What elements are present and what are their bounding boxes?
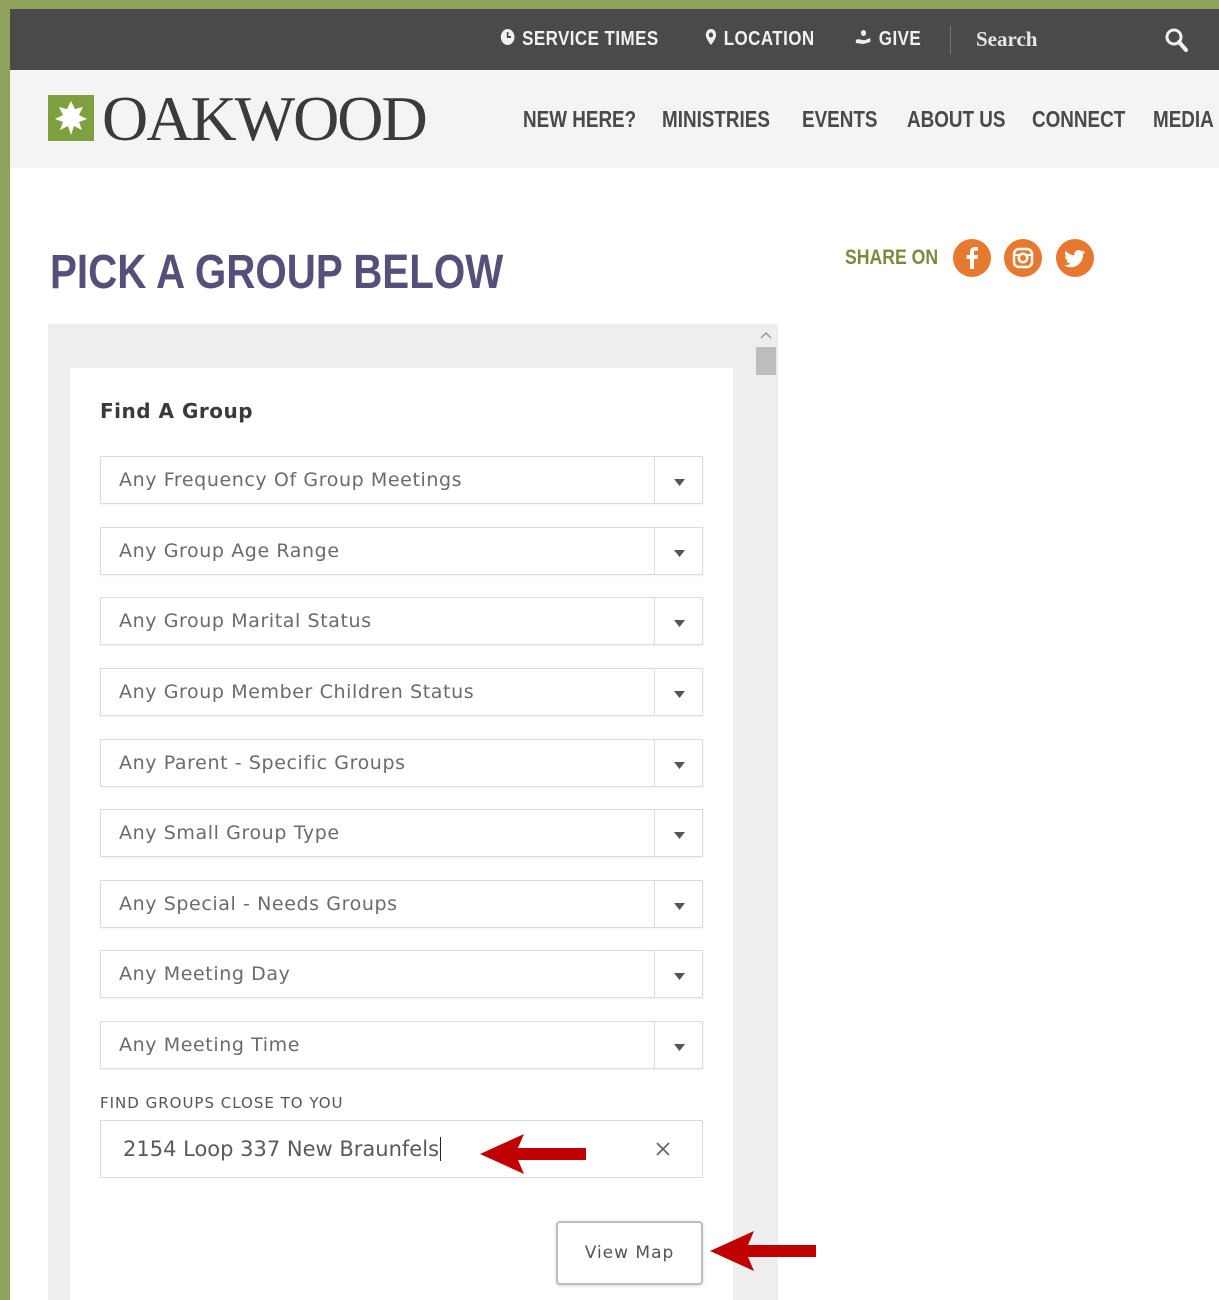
chevron-down-icon <box>673 1039 686 1051</box>
select-value: Any Group Age Range <box>119 540 340 562</box>
select-value: Any Frequency Of Group Meetings <box>119 469 463 491</box>
select-value: Any Small Group Type <box>119 822 340 844</box>
give-link[interactable]: GIVE <box>855 9 921 70</box>
chevron-down-icon <box>673 827 686 839</box>
select-value: Any Parent - Specific Groups <box>119 752 406 774</box>
select-divider <box>654 810 655 856</box>
near-you-label: FIND GROUPS CLOSE TO YOU <box>100 1094 344 1112</box>
meeting-day-select[interactable]: Any Meeting Day <box>100 950 703 998</box>
facebook-icon[interactable] <box>953 239 991 277</box>
age-range-select[interactable]: Any Group Age Range <box>100 527 703 575</box>
nav-media[interactable]: MEDIA <box>1153 70 1214 168</box>
small-group-type-select[interactable]: Any Small Group Type <box>100 809 703 857</box>
instagram-icon[interactable] <box>1004 239 1042 277</box>
select-value: Any Group Marital Status <box>119 610 372 632</box>
select-divider <box>654 598 655 644</box>
scroll-up-arrow-icon[interactable] <box>759 328 773 340</box>
special-needs-select[interactable]: Any Special - Needs Groups <box>100 880 703 928</box>
select-value: Any Group Member Children Status <box>119 681 475 703</box>
logo-wordmark[interactable]: OAKWOOD <box>102 83 428 154</box>
text-caret <box>440 1137 442 1161</box>
address-value: 2154 Loop 337 New Braunfels <box>123 1137 440 1161</box>
twitter-icon[interactable] <box>1056 239 1094 277</box>
select-divider <box>654 1022 655 1068</box>
chevron-down-icon <box>673 757 686 769</box>
view-map-button[interactable]: View Map <box>556 1221 703 1285</box>
topbar-divider <box>950 26 951 54</box>
select-divider <box>654 528 655 574</box>
location-label: LOCATION <box>723 28 815 50</box>
scrollbar[interactable] <box>755 324 778 1300</box>
search-input[interactable]: Search <box>976 9 1037 70</box>
chevron-down-icon <box>673 898 686 910</box>
select-value: Any Meeting Time <box>119 1034 301 1056</box>
nav-new-here[interactable]: NEW HERE? <box>523 70 636 168</box>
map-pin-icon <box>705 28 717 51</box>
nav-events[interactable]: EVENTS <box>802 70 877 168</box>
nav-about-us[interactable]: ABOUT US <box>907 70 1006 168</box>
chevron-down-icon <box>673 686 686 698</box>
service-times-link[interactable]: SERVICE TIMES <box>500 9 659 70</box>
marital-status-select[interactable]: Any Group Marital Status <box>100 597 703 645</box>
chevron-down-icon <box>673 474 686 486</box>
select-value: Any Meeting Day <box>119 963 291 985</box>
select-divider <box>654 881 655 927</box>
share-label: SHARE ON <box>845 246 939 269</box>
select-value: Any Special - Needs Groups <box>119 893 398 915</box>
site-header: OAKWOOD NEW HERE? MINISTRIES EVENTS ABOU… <box>10 70 1219 168</box>
frequency-select[interactable]: Any Frequency Of Group Meetings <box>100 456 703 504</box>
form-title: Find A Group <box>100 399 254 423</box>
chevron-down-icon <box>673 545 686 557</box>
select-divider <box>654 457 655 503</box>
clock-icon <box>500 28 515 51</box>
give-label: GIVE <box>878 28 922 50</box>
page-title: PICK A GROUP BELOW <box>50 246 504 299</box>
search-icon[interactable] <box>1164 27 1190 53</box>
children-status-select[interactable]: Any Group Member Children Status <box>100 668 703 716</box>
address-value-wrap: 2154 Loop 337 New Braunfels <box>123 1121 442 1177</box>
service-times-label: SERVICE TIMES <box>522 28 659 50</box>
select-divider <box>654 951 655 997</box>
chevron-down-icon <box>673 615 686 627</box>
nav-connect[interactable]: CONNECT <box>1032 70 1125 168</box>
give-hand-icon <box>855 29 872 50</box>
select-divider <box>654 740 655 786</box>
address-input[interactable]: 2154 Loop 337 New Braunfels <box>100 1120 703 1178</box>
location-link[interactable]: LOCATION <box>705 9 815 70</box>
close-icon[interactable] <box>654 1140 672 1158</box>
scrollbar-thumb[interactable] <box>756 347 776 375</box>
nav-ministries[interactable]: MINISTRIES <box>662 70 770 168</box>
meeting-time-select[interactable]: Any Meeting Time <box>100 1021 703 1069</box>
chevron-down-icon <box>673 968 686 980</box>
oak-leaf-logo-icon[interactable] <box>48 95 94 141</box>
annotation-arrow-icon <box>480 1132 588 1181</box>
select-divider <box>654 669 655 715</box>
utility-bar: SERVICE TIMES LOCATION GIVE Search <box>10 9 1219 70</box>
annotation-arrow-icon <box>710 1229 818 1278</box>
parent-groups-select[interactable]: Any Parent - Specific Groups <box>100 739 703 787</box>
